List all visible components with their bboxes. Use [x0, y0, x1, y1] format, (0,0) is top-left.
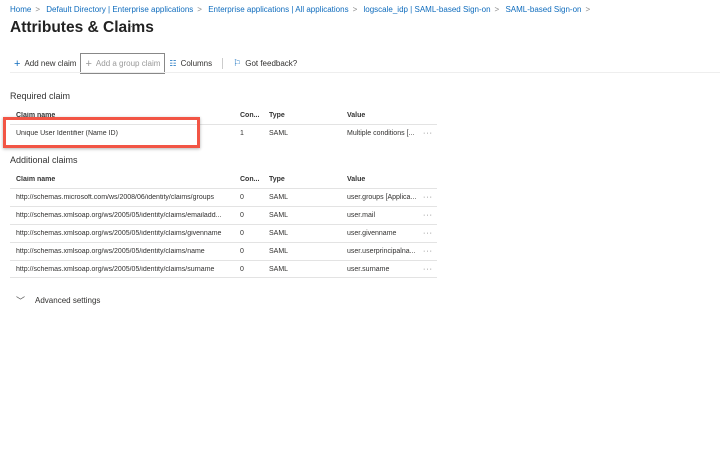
feedback-button[interactable]: ⚐ Got feedback? — [229, 55, 301, 72]
breadcrumb-saml-sign-on[interactable]: SAML-based Sign-on — [505, 5, 581, 14]
col-conditions[interactable]: Con... — [240, 176, 259, 183]
columns-label: Columns — [180, 59, 213, 68]
row-more-icon[interactable]: ··· — [423, 194, 433, 201]
claim-name[interactable]: http://schemas.microsoft.com/ws/2008/06/… — [16, 194, 238, 201]
plus-icon: + — [14, 57, 21, 70]
add-new-claim-label: Add new claim — [24, 59, 77, 68]
more-options-button[interactable]: ··· — [127, 21, 136, 31]
col-conditions[interactable]: Con... — [240, 112, 259, 119]
claim-type: SAML — [269, 265, 289, 273]
claim-type: SAML — [269, 230, 289, 237]
breadcrumb-default-directory[interactable]: Default Directory | Enterprise applicati… — [46, 5, 193, 14]
add-group-claim-label: Add a group claim — [95, 59, 161, 68]
claim-value: user.givenname — [347, 230, 397, 237]
claim-conditions: 0 — [240, 230, 244, 237]
additional-claims-table: Claim name Con... Type Value http://sche… — [10, 170, 437, 278]
table-row[interactable]: http://schemas.xmlsoap.org/ws/2005/05/id… — [10, 224, 437, 242]
feedback-icon: ⚐ — [233, 58, 242, 68]
columns-button[interactable]: ☷ Columns — [165, 55, 216, 72]
advanced-settings-label: Advanced settings — [35, 296, 101, 305]
claim-value: user.surname — [347, 265, 390, 273]
claim-name[interactable]: http://schemas.xmlsoap.org/ws/2005/05/id… — [16, 212, 238, 219]
claim-conditions: 0 — [240, 212, 244, 219]
col-type[interactable]: Type — [269, 176, 285, 183]
col-value[interactable]: Value — [347, 176, 365, 183]
table-row[interactable]: http://schemas.microsoft.com/ws/2008/06/… — [10, 188, 437, 206]
required-claim-heading: Required claim — [10, 91, 71, 101]
claim-name[interactable]: http://schemas.xmlsoap.org/ws/2005/05/id… — [16, 248, 238, 255]
table-header: Claim name Con... Type Value — [10, 170, 437, 188]
add-group-claim-button[interactable]: + Add a group claim — [80, 53, 166, 74]
breadcrumb-all-applications[interactable]: Enterprise applications | All applicatio… — [208, 5, 348, 14]
plus-icon: + — [85, 57, 92, 70]
table-row[interactable]: http://schemas.xmlsoap.org/ws/2005/05/id… — [10, 260, 437, 278]
breadcrumb-logscale-idp[interactable]: logscale_idp | SAML-based Sign-on — [363, 5, 490, 14]
row-more-icon[interactable]: ··· — [423, 212, 433, 219]
chevron-right-icon: > — [35, 5, 41, 14]
row-more-icon[interactable]: ··· — [423, 230, 433, 237]
breadcrumb: Home > Default Directory | Enterprise app… — [10, 5, 594, 14]
claim-value: Multiple conditions [... — [347, 130, 415, 137]
claim-name[interactable]: http://schemas.xmlsoap.org/ws/2005/05/id… — [16, 230, 238, 237]
toolbar-divider — [222, 58, 224, 69]
chevron-right-icon: > — [585, 5, 591, 14]
chevron-right-icon: > — [197, 5, 202, 14]
table-row[interactable]: http://schemas.xmlsoap.org/ws/2005/05/id… — [10, 242, 437, 260]
toolbar-divider-line — [10, 72, 720, 73]
columns-icon: ☷ — [169, 59, 177, 68]
claim-type: SAML — [269, 212, 289, 219]
col-type[interactable]: Type — [269, 112, 285, 119]
claim-name[interactable]: http://schemas.xmlsoap.org/ws/2005/05/id… — [16, 266, 238, 273]
col-claim-name[interactable]: Claim name — [16, 176, 238, 183]
claim-value: user.groups [Applica... — [347, 194, 417, 201]
row-more-icon[interactable]: ··· — [423, 248, 433, 255]
chevron-right-icon: > — [494, 5, 500, 14]
claim-conditions: 0 — [240, 248, 244, 255]
chevron-down-icon: ﹀ — [16, 296, 26, 306]
advanced-settings-toggle[interactable]: ﹀ Advanced settings — [16, 294, 100, 307]
claim-conditions: 0 — [240, 265, 244, 273]
claim-type: SAML — [269, 130, 289, 137]
row-more-icon[interactable]: ··· — [423, 266, 433, 273]
breadcrumb-home[interactable]: Home — [10, 5, 31, 14]
table-row[interactable]: http://schemas.xmlsoap.org/ws/2005/05/id… — [10, 206, 437, 224]
col-value[interactable]: Value — [347, 112, 365, 119]
claim-type: SAML — [269, 248, 289, 255]
chevron-right-icon: > — [352, 5, 358, 14]
claim-value: user.userprincipalna... — [347, 248, 416, 255]
toolbar: + Add new claim + Add a group claim ☷ Colum… — [10, 53, 301, 74]
add-new-claim-button[interactable]: + Add new claim — [10, 55, 80, 72]
claim-value: user.mail — [347, 212, 376, 219]
row-more-icon[interactable]: ··· — [423, 130, 433, 137]
claim-type: SAML — [269, 194, 289, 201]
highlight-box — [3, 117, 200, 148]
additional-claims-heading: Additional claims — [10, 155, 78, 165]
feedback-label: Got feedback? — [245, 59, 298, 68]
claim-conditions: 1 — [240, 130, 244, 137]
claim-conditions: 0 — [240, 194, 244, 201]
